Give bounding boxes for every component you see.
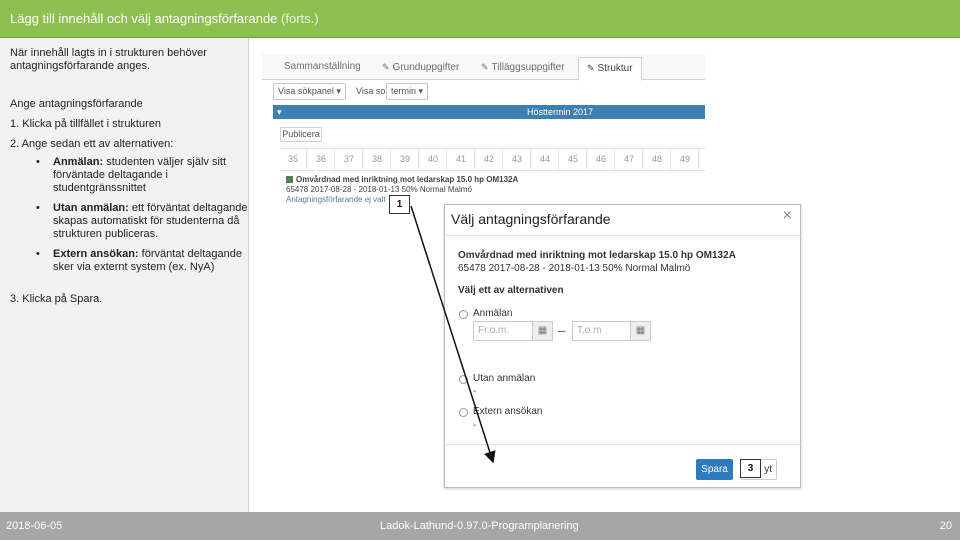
- footer-document-name: Ladok-Lathund-0.97.0-Programplanering: [380, 520, 579, 532]
- arrow-line: [410, 205, 496, 464]
- annotation-arrows: [410, 205, 496, 464]
- slide: Lägg till innehåll och välj antagningsfö…: [0, 0, 960, 540]
- page-number: 20: [939, 520, 952, 532]
- footer-date: 2018-06-05: [6, 520, 63, 532]
- slide-footer: 2018-06-05 Ladok-Lathund-0.97.0-Programp…: [0, 512, 960, 540]
- step-marker-1: 1: [389, 195, 410, 214]
- step-marker-3: 3: [740, 459, 761, 478]
